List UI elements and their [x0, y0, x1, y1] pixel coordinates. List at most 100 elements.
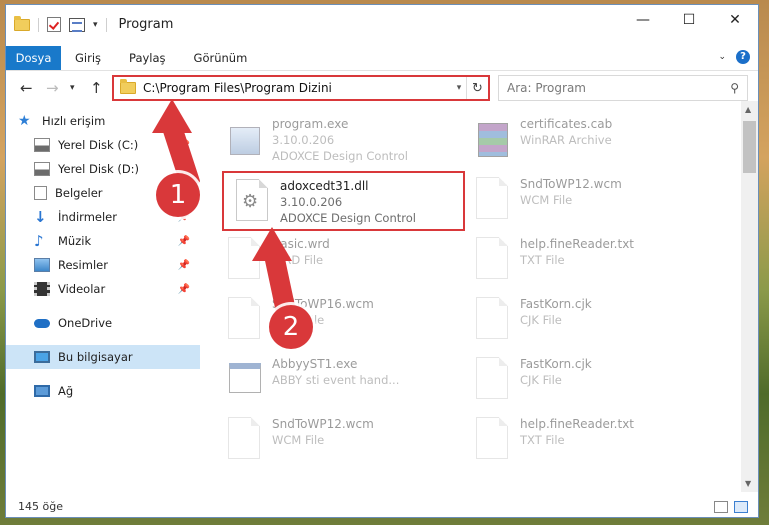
downloads-icon: ↓ — [34, 208, 47, 226]
up-arrow-icon[interactable]: ↑ — [90, 79, 103, 97]
file-tile[interactable]: help.fineReader.txt TXT File — [454, 411, 694, 469]
file-description: ADOXCE Design Control — [272, 149, 408, 163]
sidebar-item-videos[interactable]: Videolar 📌 — [6, 277, 200, 301]
minimize-icon[interactable]: — — [620, 5, 666, 35]
file-tile[interactable]: program.exe 3.10.0.206 ADOXCE Design Con… — [206, 111, 446, 169]
file-icon — [476, 177, 510, 221]
scrollbar-thumb[interactable] — [743, 121, 756, 173]
address-bar[interactable]: C:\Program Files\Program Dizini ▾ ↻ — [112, 75, 490, 101]
file-tile[interactable]: SndToWP12.wcm WCM File — [454, 171, 694, 229]
scroll-up-icon[interactable]: ▲ — [745, 105, 751, 114]
file-tile[interactable]: SndToWP12.wcm WCM File — [206, 411, 446, 469]
sidebar-item-label: Resimler — [58, 258, 108, 272]
view-toggle — [714, 501, 748, 513]
tiles-view-icon[interactable] — [734, 501, 748, 513]
help-icon[interactable]: ? — [736, 50, 750, 64]
back-arrow-icon[interactable]: ← — [20, 79, 33, 97]
computer-icon — [34, 351, 50, 363]
expand-ribbon-chevron-icon[interactable]: ⌄ — [718, 52, 726, 62]
drive-icon — [34, 138, 50, 152]
scroll-down-icon[interactable]: ▼ — [745, 479, 751, 488]
file-description: ABBY sti event hand... — [272, 373, 400, 387]
cloud-icon — [34, 318, 50, 328]
file-icon — [476, 357, 510, 401]
sidebar-item-label: Belgeler — [55, 186, 103, 200]
drive-icon — [34, 162, 50, 176]
file-tile[interactable]: SndToWP16.wcm WCM File — [206, 291, 446, 349]
sidebar-item-this-pc[interactable]: Bu bilgisayar — [6, 345, 200, 369]
folder-icon — [120, 79, 136, 94]
properties-check-icon[interactable] — [47, 17, 61, 32]
sidebar-item-music[interactable]: ♪ Müzik 📌 — [6, 229, 200, 253]
app-window-icon — [228, 357, 262, 401]
sidebar-item-label: Yerel Disk (C:) — [58, 138, 139, 152]
view-properties-icon[interactable] — [69, 17, 85, 32]
file-name: program.exe — [272, 117, 349, 131]
sidebar-item-pictures[interactable]: Resimler 📌 — [6, 253, 200, 277]
file-tile[interactable]: Basic.wrd WRD File — [206, 231, 446, 289]
sidebar-item-label: Müzik — [58, 234, 92, 248]
file-name: help.fineReader.txt — [520, 237, 634, 251]
sidebar-item-label: Hızlı erişim — [42, 114, 106, 128]
address-path[interactable]: C:\Program Files\Program Dizini — [143, 81, 452, 95]
details-view-icon[interactable] — [714, 501, 728, 513]
sidebar-item-label: Ağ — [58, 384, 74, 398]
navigation-pane: ★ Hızlı erişim Yerel Disk (C:) 📌 Yerel D… — [6, 109, 200, 489]
file-icon — [476, 417, 510, 461]
file-name: SndToWP12.wcm — [520, 177, 622, 191]
dll-gear-icon: ⚙ — [236, 179, 268, 221]
file-version: 3.10.0.206 — [280, 195, 343, 209]
videos-icon — [34, 282, 50, 296]
divider — [38, 17, 39, 32]
file-icon — [476, 297, 510, 341]
highlighted-file-tile[interactable]: ⚙ adoxcedt31.dll 3.10.0.206 ADOXCE Desig… — [222, 171, 465, 231]
file-type: WCM File — [520, 193, 573, 207]
ribbon-right-controls: ⌄ ? — [718, 50, 750, 64]
close-icon[interactable]: ✕ — [712, 5, 758, 35]
navigation-bar: ← → ▾ ↑ C:\Program Files\Program Dizini … — [6, 73, 758, 103]
file-tile[interactable]: certificates.cab WinRAR Archive — [454, 111, 694, 169]
explorer-window: ▾ Program — ☐ ✕ Dosya Giriş Paylaş Görün… — [5, 4, 759, 518]
window-controls: — ☐ ✕ — [620, 5, 758, 35]
tab-view[interactable]: Görünüm — [180, 46, 262, 70]
pictures-icon — [34, 258, 50, 272]
sidebar-item-label: OneDrive — [58, 316, 113, 330]
sidebar-item-onedrive[interactable]: OneDrive — [6, 311, 200, 335]
file-tile[interactable]: FastKorn.cjk CJK File — [454, 351, 694, 409]
file-name: certificates.cab — [520, 117, 613, 131]
setup-icon — [228, 117, 262, 161]
customize-toolbar-chevron-icon[interactable]: ▾ — [93, 20, 98, 30]
pin-icon: 📌 — [177, 283, 190, 295]
file-name: help.fineReader.txt — [520, 417, 634, 431]
file-name: adoxcedt31.dll — [280, 179, 369, 193]
file-type: WinRAR Archive — [520, 133, 612, 147]
forward-arrow-icon[interactable]: → — [46, 79, 59, 97]
file-icon — [476, 237, 510, 281]
sidebar-item-network[interactable]: Ağ — [6, 379, 200, 403]
pin-icon: 📌 — [177, 235, 190, 247]
tab-home[interactable]: Giriş — [61, 46, 115, 70]
vertical-scrollbar[interactable]: ▲ ▼ — [741, 101, 758, 492]
recent-locations-chevron-icon[interactable]: ▾ — [70, 83, 75, 93]
documents-icon — [34, 186, 47, 200]
ribbon-tabs: Dosya Giriş Paylaş Görünüm ⌄ ? — [6, 45, 758, 71]
star-icon: ★ — [18, 113, 31, 129]
file-tile[interactable]: AbbyyST1.exe ABBY sti event hand... — [206, 351, 446, 409]
search-placeholder[interactable]: Ara: Program — [507, 81, 586, 95]
item-count: 145 öğe — [18, 499, 63, 513]
maximize-icon[interactable]: ☐ — [666, 5, 712, 35]
tab-file[interactable]: Dosya — [6, 45, 61, 70]
address-history-chevron-icon[interactable]: ▾ — [452, 83, 466, 93]
tab-share[interactable]: Paylaş — [115, 46, 180, 70]
sidebar-item-label: Bu bilgisayar — [58, 350, 133, 364]
search-icon[interactable]: ⚲ — [730, 81, 739, 95]
winrar-icon — [476, 117, 510, 161]
file-tile[interactable]: FastKorn.cjk CJK File — [454, 291, 694, 349]
file-tile[interactable]: help.fineReader.txt TXT File — [454, 231, 694, 289]
file-type: CJK File — [520, 313, 562, 327]
file-icon — [228, 417, 262, 461]
search-box[interactable]: Ara: Program ⚲ — [498, 75, 748, 101]
refresh-icon[interactable]: ↻ — [466, 77, 488, 99]
sidebar-item-label: Videolar — [58, 282, 106, 296]
file-type: WCM File — [272, 433, 325, 447]
